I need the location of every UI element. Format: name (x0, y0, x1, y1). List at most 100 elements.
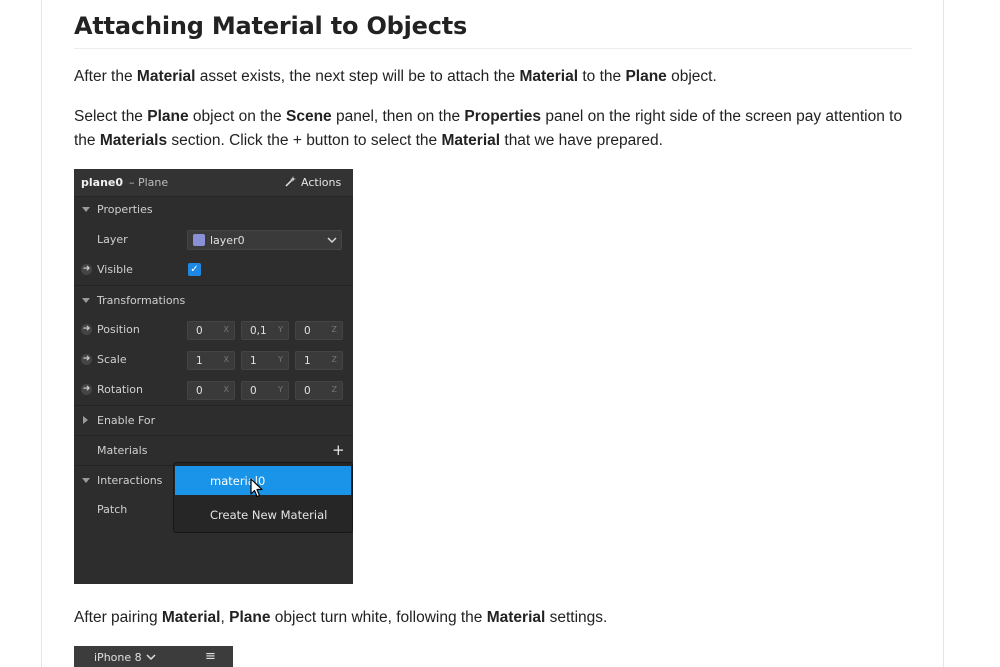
field-value: 1 (250, 355, 257, 367)
dropdown-item-create-new-material[interactable]: Create New Material (175, 501, 351, 529)
scale-y-field[interactable]: 1Y (241, 351, 289, 370)
field-value: 0 (196, 325, 203, 337)
rotation-y-field[interactable]: 0Y (241, 381, 289, 400)
position-z-field[interactable]: 0Z (295, 321, 343, 340)
bold-text: Material (519, 68, 579, 85)
dropdown-item-label: Create New Material (210, 508, 328, 522)
field-value: 0 (196, 385, 203, 397)
panel-header: plane0 – Plane Actions (74, 169, 353, 197)
axis-label: Y (278, 355, 283, 364)
text: settings. (545, 609, 608, 626)
position-y-field[interactable]: 0,1 Y (241, 321, 289, 340)
paragraph-instructions: Select the Plane object on the Scene pan… (74, 105, 912, 153)
layer-value: layer0 (210, 234, 245, 247)
device-select[interactable]: iPhone 8 (94, 651, 142, 664)
field-label: Visible (97, 263, 133, 276)
bold-text: Plane (229, 609, 271, 626)
bold-text: Material (486, 609, 546, 626)
bold-text: Materials (99, 132, 168, 149)
heading-divider (74, 48, 912, 49)
section-label: Enable For (97, 414, 156, 427)
object-type: – Plane (129, 176, 169, 189)
layer-color-swatch (193, 234, 205, 246)
bold-text: Plane (625, 68, 667, 85)
layer-row: Layer layer0 (74, 225, 353, 255)
field-value: 1 (196, 355, 203, 367)
section-label: Properties (97, 203, 153, 216)
text: object turn white, following the (270, 609, 487, 626)
bold-text: Properties (464, 108, 542, 125)
section-enable-for[interactable]: Enable For (74, 405, 353, 436)
rotation-z-field[interactable]: 0Z (295, 381, 343, 400)
scale-z-field[interactable]: 1Z (295, 351, 343, 370)
field-value: 0 (250, 385, 257, 397)
add-material-button[interactable]: + (332, 441, 345, 459)
device-toolbar: iPhone 8 ≡ (74, 646, 233, 667)
text: to the (578, 68, 626, 85)
text: After pairing (74, 609, 162, 626)
field-label: Patch (97, 503, 128, 516)
section-label: Materials (97, 444, 148, 457)
layer-select[interactable]: layer0 (187, 230, 342, 250)
field-label: Position (97, 323, 140, 336)
visible-checkbox[interactable]: ✓ (188, 263, 201, 276)
field-label: Scale (97, 353, 127, 366)
bold-text: Material (136, 68, 196, 85)
chevron-down-icon[interactable] (146, 653, 156, 661)
text: panel, then on the (331, 108, 465, 125)
text: that we have prepared. (500, 132, 663, 149)
section-heading: Attaching Material to Objects (74, 12, 468, 40)
section-label: Interactions (97, 474, 163, 487)
axis-label: X (223, 355, 229, 364)
mouse-cursor-icon (250, 478, 263, 498)
arrow-right-circle-icon[interactable]: ➜ (81, 324, 92, 335)
text: asset exists, the next step will be to a… (195, 68, 520, 85)
section-properties[interactable]: Properties (74, 195, 353, 225)
bold-text: Material (161, 609, 221, 626)
actions-button[interactable]: Actions (301, 176, 341, 189)
text: After the (74, 68, 137, 85)
section-label: Transformations (97, 294, 186, 307)
field-label: Layer (97, 233, 128, 246)
text: object. (666, 68, 717, 85)
rotation-x-field[interactable]: 0X (187, 381, 235, 400)
object-name: plane0 (81, 176, 124, 189)
axis-label: Y (278, 385, 283, 394)
text: section. Click the + button to select th… (167, 132, 442, 149)
field-label: Rotation (97, 383, 144, 396)
caret-down-icon (82, 207, 90, 212)
axis-label: Z (331, 355, 337, 364)
axis-label: Y (278, 325, 283, 334)
hamburger-menu-icon[interactable]: ≡ (205, 649, 216, 664)
axis-label: Z (331, 325, 337, 334)
caret-down-icon (82, 298, 90, 303)
field-value: 1 (304, 355, 311, 367)
visible-row: ➜ Visible ✓ (74, 255, 353, 285)
text: object on the (188, 108, 286, 125)
caret-down-icon (82, 478, 90, 483)
field-value: 0 (304, 325, 311, 337)
paragraph-result: After pairing Material, Plane object tur… (74, 606, 912, 630)
bold-text: Scene (285, 108, 332, 125)
position-row: ➜ Position 0X 0,1 Y 0Z (74, 315, 353, 345)
bold-text: Material (441, 132, 501, 149)
text: Select the (74, 108, 148, 125)
text: , (220, 609, 230, 626)
section-transformations[interactable]: Transformations (74, 285, 353, 316)
field-value: 0 (304, 385, 311, 397)
axis-label: Z (331, 385, 337, 394)
axis-label: X (223, 385, 229, 394)
caret-right-icon (83, 416, 88, 424)
arrow-right-circle-icon[interactable]: ➜ (81, 384, 92, 395)
arrow-right-circle-icon[interactable]: ➜ (81, 354, 92, 365)
magic-wand-icon[interactable] (285, 176, 296, 187)
scale-x-field[interactable]: 1X (187, 351, 235, 370)
chevron-down-icon (327, 237, 337, 244)
arrow-right-circle-icon[interactable]: ➜ (81, 264, 92, 275)
scale-row: ➜ Scale 1X 1Y 1Z (74, 345, 353, 375)
bold-text: Plane (147, 108, 189, 125)
axis-label: X (223, 325, 229, 334)
rotation-row: ➜ Rotation 0X 0Y 0Z (74, 375, 353, 405)
position-x-field[interactable]: 0X (187, 321, 235, 340)
field-value: 0,1 (250, 325, 267, 337)
